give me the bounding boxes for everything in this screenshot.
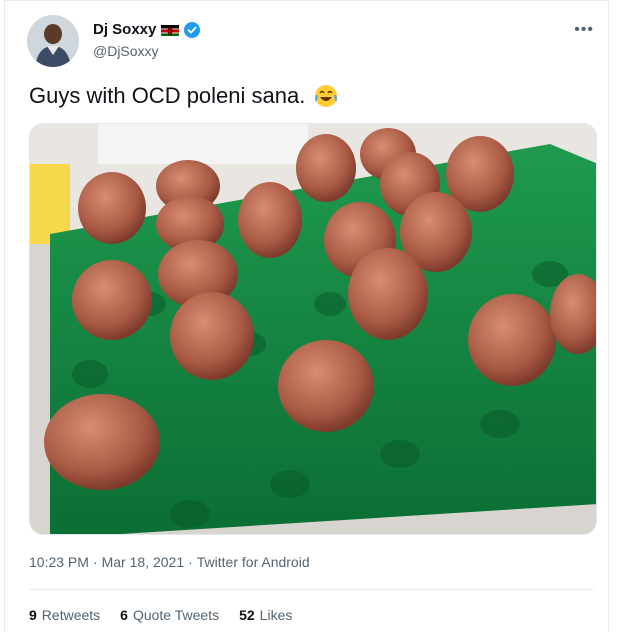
tweet-meta: 10:23 PM · Mar 18, 2021 · Twitter for An… xyxy=(29,554,310,570)
verified-badge-icon xyxy=(184,21,201,38)
divider xyxy=(29,589,594,590)
quote-tweets-count: 6 xyxy=(120,607,128,623)
eggs-in-green-tray-photo[interactable] xyxy=(29,123,597,535)
likes-label: Likes xyxy=(259,607,293,623)
retweets-link[interactable]: 9 Retweets xyxy=(29,607,100,623)
display-name[interactable]: Dj Soxxy xyxy=(93,21,156,38)
kenya-flag-icon xyxy=(161,24,180,36)
tweet-date[interactable]: Mar 18, 2021 xyxy=(102,554,185,570)
retweets-count: 9 xyxy=(29,607,37,623)
tweet-card: Dj Soxxy @DjSoxxy ••• Guys with OCD pole… xyxy=(4,0,609,632)
user-handle[interactable]: @DjSoxxy xyxy=(93,43,159,59)
tweet-time[interactable]: 10:23 PM xyxy=(29,554,89,570)
engagement-stats: 9 Retweets 6 Quote Tweets 52 Likes xyxy=(29,607,292,623)
more-options-icon[interactable]: ••• xyxy=(574,21,594,39)
likes-count: 52 xyxy=(239,607,255,623)
avatar[interactable] xyxy=(27,15,79,67)
tweet-text: Guys with OCD poleni sana. xyxy=(29,83,306,108)
retweets-label: Retweets xyxy=(41,607,101,623)
tweet-photo xyxy=(30,124,596,534)
quote-tweets-label: Quote Tweets xyxy=(132,607,220,623)
meta-separator: · xyxy=(92,554,98,570)
tweet-source[interactable]: Twitter for Android xyxy=(197,554,310,570)
meta-separator: · xyxy=(188,554,193,570)
likes-link[interactable]: 52 Likes xyxy=(239,607,292,623)
quote-tweets-link[interactable]: 6 Quote Tweets xyxy=(120,607,219,623)
avatar-image xyxy=(27,15,79,67)
tweet-text-row: Guys with OCD poleni sana. xyxy=(29,83,339,109)
face-with-tears-of-joy-icon xyxy=(313,83,339,109)
